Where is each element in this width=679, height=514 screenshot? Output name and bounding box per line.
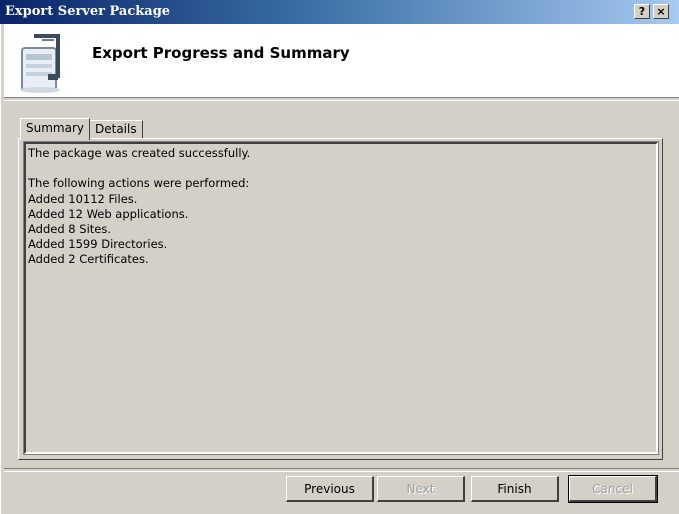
summary-line: Added 1599 Directories. (28, 237, 168, 252)
summary-line: The following actions were performed: (28, 176, 250, 191)
summary-line: The package was created successfully. (28, 146, 251, 160)
next-button[interactable]: Next (377, 476, 465, 502)
tab-details[interactable]: Details (89, 120, 143, 138)
title-bar: Export Server Package ? × (0, 0, 679, 24)
summary-text: The package was created successfully. Th… (28, 146, 250, 268)
summary-line: Added 12 Web applications. (28, 206, 189, 221)
help-button[interactable]: ? (634, 4, 650, 19)
previous-button[interactable]: Previous (286, 476, 374, 502)
window-title: Export Server Package (5, 4, 171, 19)
summary-line: Added 8 Sites. (28, 222, 111, 237)
finish-button[interactable]: Finish (471, 476, 559, 502)
cancel-button[interactable]: Cancel (568, 475, 658, 503)
summary-textbox[interactable]: The package was created successfully. Th… (23, 141, 659, 455)
summary-line: Added 2 Certificates. (28, 252, 149, 267)
footer-divider (4, 468, 679, 472)
header-divider (4, 97, 679, 101)
page-title: Export Progress and Summary (92, 44, 350, 62)
summary-line: Added 10112 Files. (28, 191, 138, 206)
server-package-clamp-icon (20, 34, 60, 93)
close-button[interactable]: × (653, 4, 669, 19)
wizard-header: Export Progress and Summary (4, 24, 679, 98)
tab-summary[interactable]: Summary (20, 118, 90, 140)
